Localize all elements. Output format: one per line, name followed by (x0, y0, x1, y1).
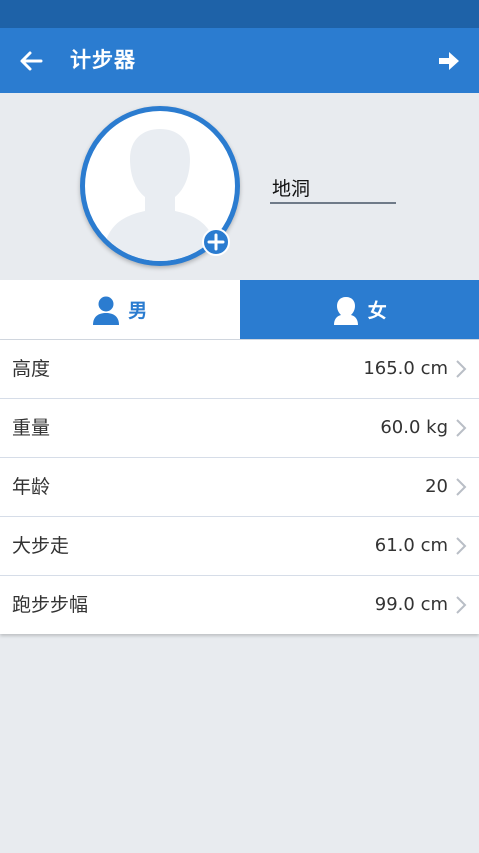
settings-row-height[interactable]: 高度 165.0 cm (0, 340, 479, 399)
row-label: 跑步步幅 (12, 594, 89, 616)
arrow-left-icon (20, 51, 43, 71)
settings-list: 高度 165.0 cm 重量 60.0 kg 年龄 20 大步走 61.0 cm… (0, 340, 479, 634)
row-value: 165.0 cm (363, 358, 448, 379)
settings-row-running-stride[interactable]: 跑步步幅 99.0 cm (0, 576, 479, 634)
next-button[interactable] (431, 44, 465, 78)
chevron-right-icon (456, 478, 467, 496)
gender-tab-male[interactable]: 男 (0, 280, 240, 339)
gender-label-male: 男 (128, 300, 148, 322)
row-label: 重量 (12, 417, 51, 439)
settings-row-walking-stride[interactable]: 大步走 61.0 cm (0, 517, 479, 576)
avatar-container (80, 106, 242, 268)
status-bar (0, 0, 479, 28)
back-button[interactable] (14, 44, 48, 78)
male-user-icon (93, 296, 120, 325)
row-label: 大步走 (12, 535, 70, 557)
settings-row-age[interactable]: 年龄 20 (0, 458, 479, 517)
gender-label-female: 女 (367, 300, 387, 322)
arrow-right-icon (439, 52, 459, 70)
name-input[interactable] (270, 172, 396, 204)
female-user-icon (333, 296, 358, 325)
chevron-right-icon (456, 596, 467, 614)
page-title: 计步器 (70, 48, 136, 72)
add-photo-button[interactable] (202, 228, 230, 256)
row-value: 99.0 cm (374, 594, 448, 615)
plus-icon (207, 233, 225, 251)
chevron-right-icon (456, 537, 467, 555)
row-value: 20 (425, 476, 448, 497)
row-value: 61.0 cm (374, 535, 448, 556)
gender-selector: 男 女 (0, 280, 479, 340)
row-value: 60.0 kg (380, 417, 448, 438)
settings-row-weight[interactable]: 重量 60.0 kg (0, 399, 479, 458)
chevron-right-icon (456, 419, 467, 437)
row-label: 高度 (12, 358, 51, 380)
gender-tab-female[interactable]: 女 (239, 280, 479, 339)
row-label: 年龄 (12, 476, 51, 498)
chevron-right-icon (456, 360, 467, 378)
app-bar: 计步器 (0, 28, 479, 93)
